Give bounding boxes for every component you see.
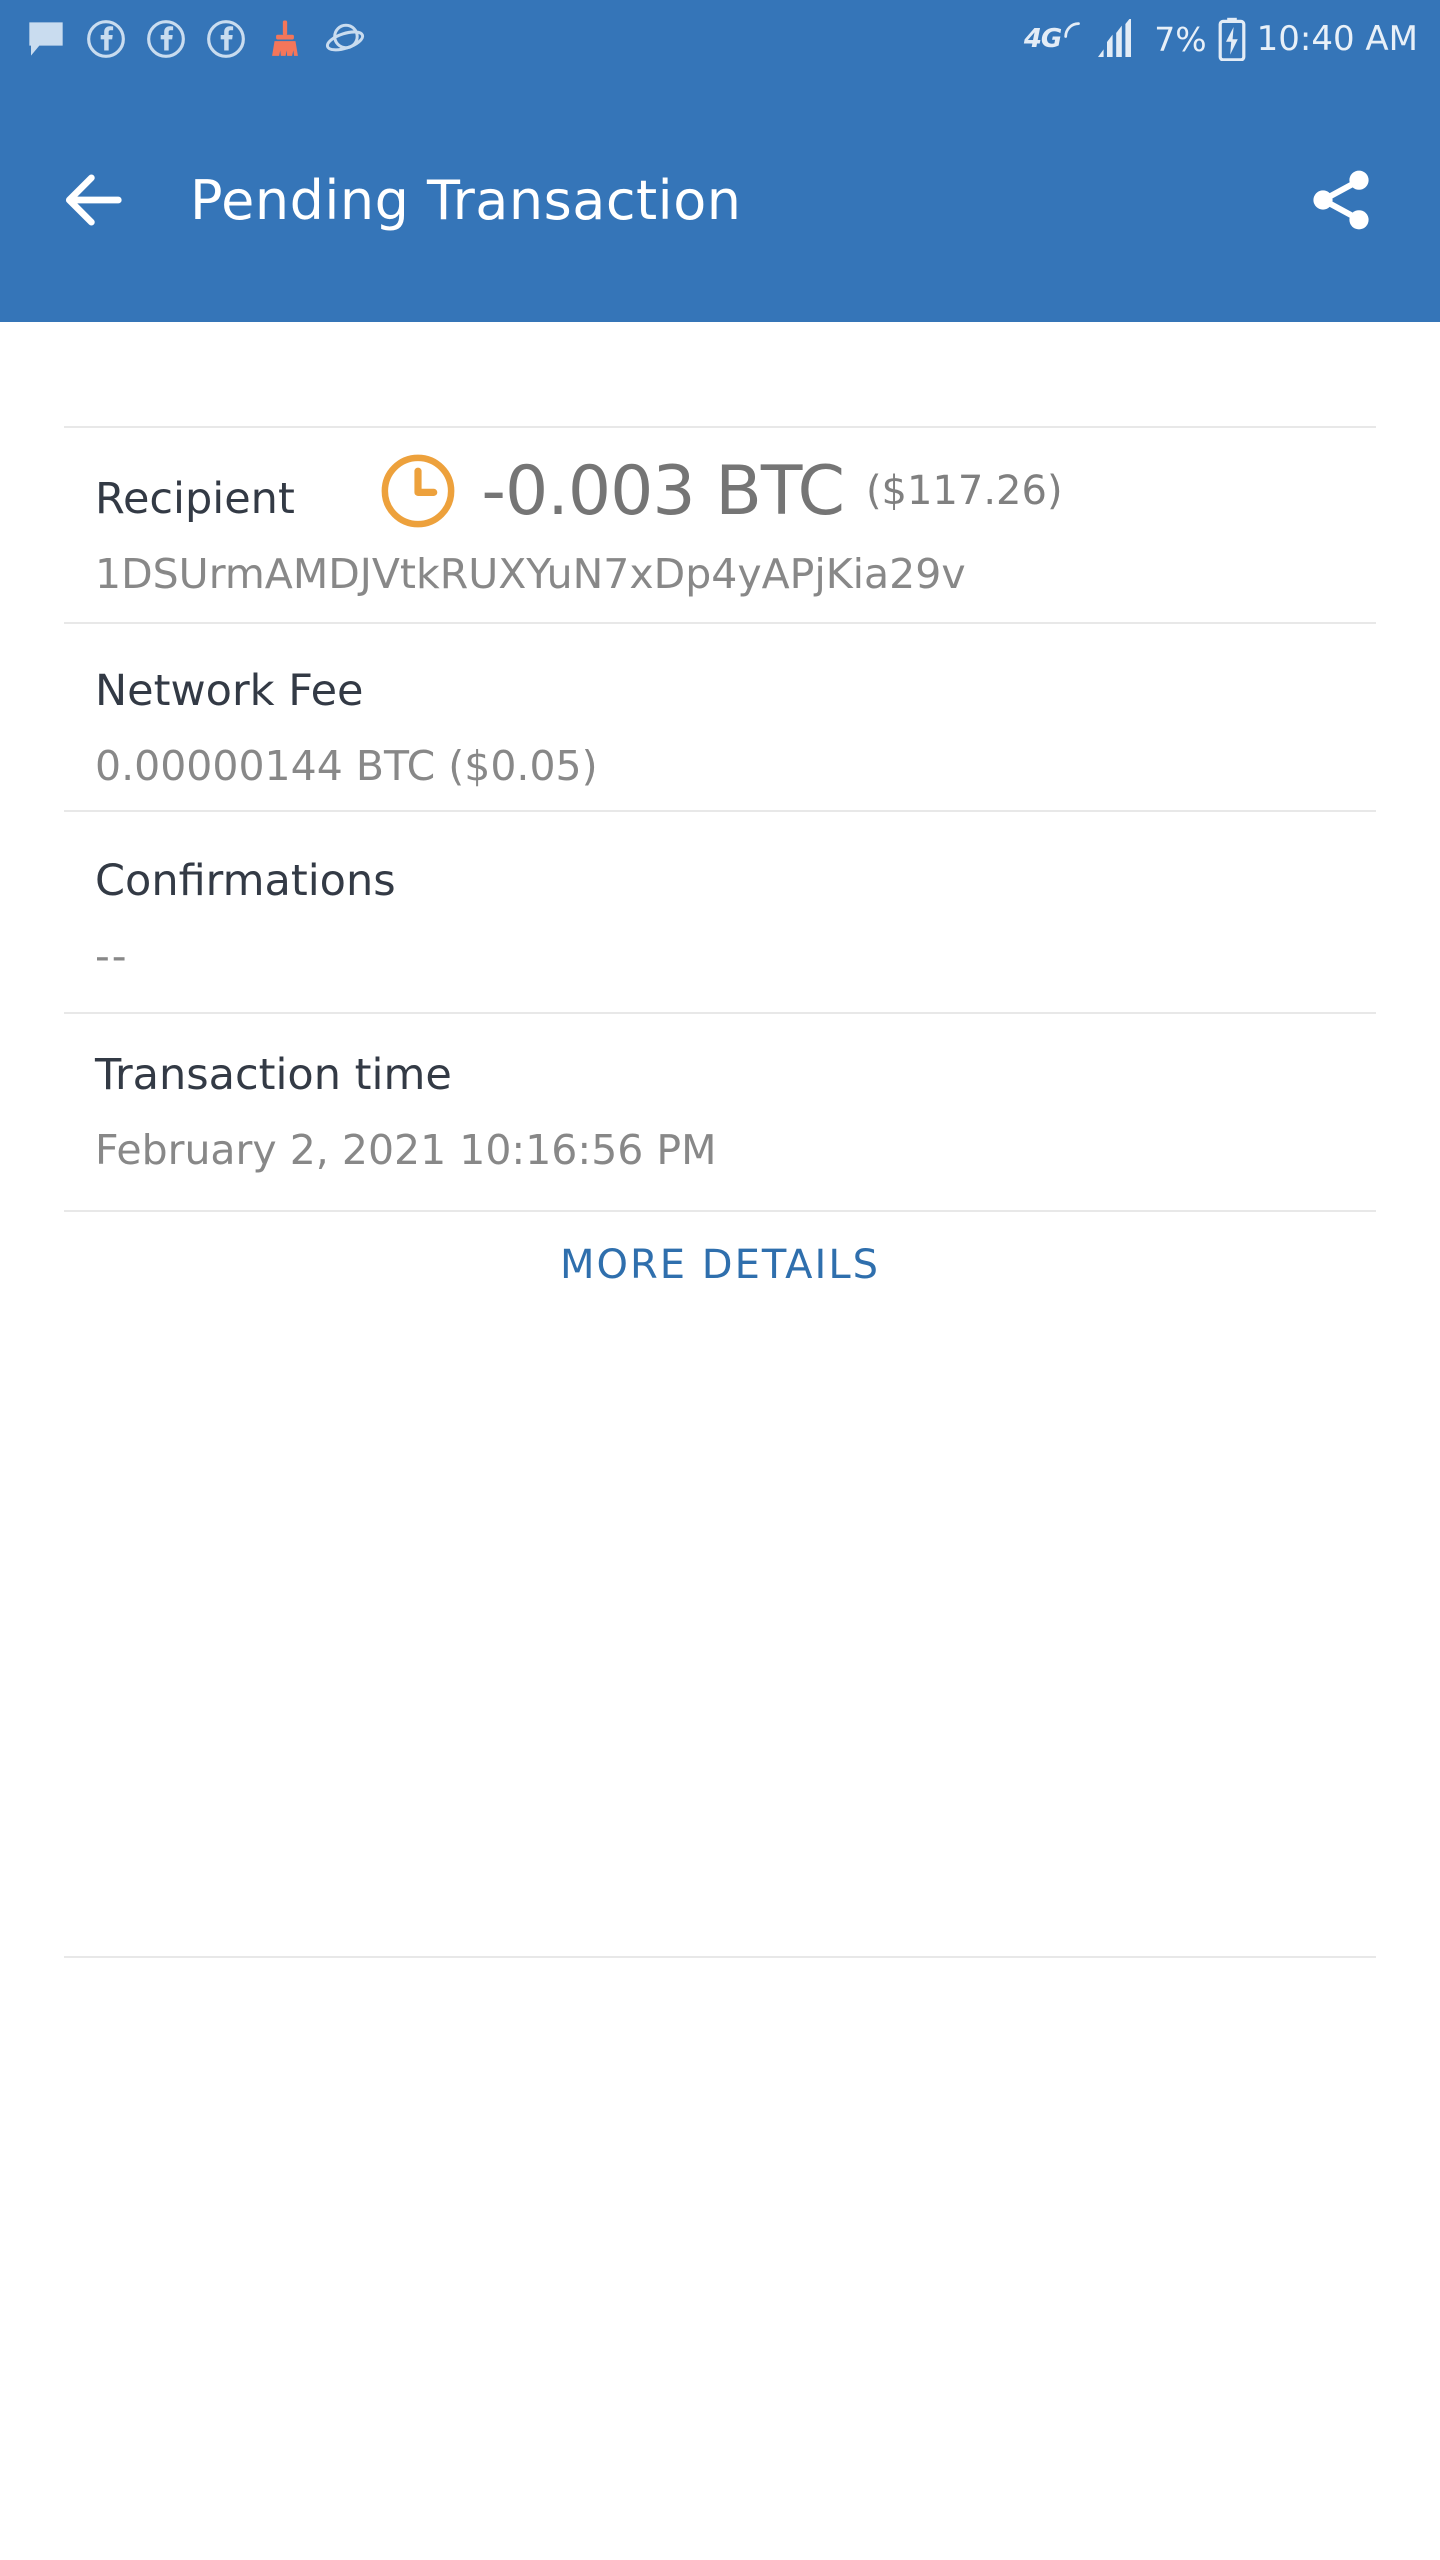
divider-bottom [64, 1956, 1376, 1958]
signal-bars-icon [1098, 19, 1132, 57]
field-recipient[interactable]: Recipient 1DSUrmAMDJVtkRUXYuN7xDp4yAPjKi… [95, 474, 1385, 598]
field-network-fee-label: Network Fee [95, 666, 364, 716]
divider-transaction-time [64, 1210, 1376, 1212]
app-bar: Pending Transaction [0, 78, 1440, 322]
transaction-detail-content: -0.003 BTC ($117.26) Recipient 1DSUrmAMD… [0, 322, 1440, 2560]
status-bar-system-icons: 4G 7% 10:40 AM [1024, 17, 1418, 61]
field-confirmations-value: -- [95, 932, 129, 980]
arrow-left-icon [65, 174, 122, 226]
divider-recipient [64, 622, 1376, 624]
field-transaction-time-value: February 2, 2021 10:16:56 PM [95, 1126, 717, 1174]
field-confirmations[interactable]: Confirmations -- [95, 856, 1385, 980]
divider-top [64, 426, 1376, 428]
field-confirmations-label: Confirmations [95, 856, 396, 906]
field-transaction-time-label: Transaction time [95, 1050, 452, 1100]
page-title: Pending Transaction [190, 168, 742, 232]
share-button[interactable] [1286, 145, 1396, 255]
broom-cleaner-icon [272, 20, 298, 56]
divider-network-fee [64, 810, 1376, 812]
more-details-button[interactable]: MORE DETAILS [0, 1242, 1440, 1288]
field-network-fee[interactable]: Network Fee 0.00000144 BTC ($0.05) [95, 666, 1385, 790]
facebook-icon-1 [87, 20, 125, 58]
battery-charging-icon [1218, 17, 1246, 61]
share-icon [1313, 170, 1369, 230]
network-type-label: 4G [1023, 24, 1062, 54]
status-bar: 4G 7% 10:40 AM [0, 0, 1440, 78]
facebook-icon-2 [147, 20, 185, 58]
back-button[interactable] [18, 125, 168, 275]
status-bar-clock: 10:40 AM [1256, 19, 1418, 59]
message-bubble-icon [29, 22, 63, 56]
field-transaction-time[interactable]: Transaction time February 2, 2021 10:16:… [95, 1050, 1385, 1174]
samsung-internet-icon [325, 23, 365, 52]
more-details-label: MORE DETAILS [559, 1242, 880, 1288]
battery-percent-label: 7% [1154, 19, 1207, 59]
divider-confirmations [64, 1012, 1376, 1014]
field-recipient-value: 1DSUrmAMDJVtkRUXYuN7xDp4yAPjKia29v [95, 550, 966, 598]
field-recipient-label: Recipient [95, 474, 295, 524]
field-network-fee-value: 0.00000144 BTC ($0.05) [95, 742, 598, 790]
network-wave-icon [1064, 22, 1081, 38]
status-bar-notification-icons [26, 19, 366, 59]
facebook-icon-3 [207, 20, 245, 58]
